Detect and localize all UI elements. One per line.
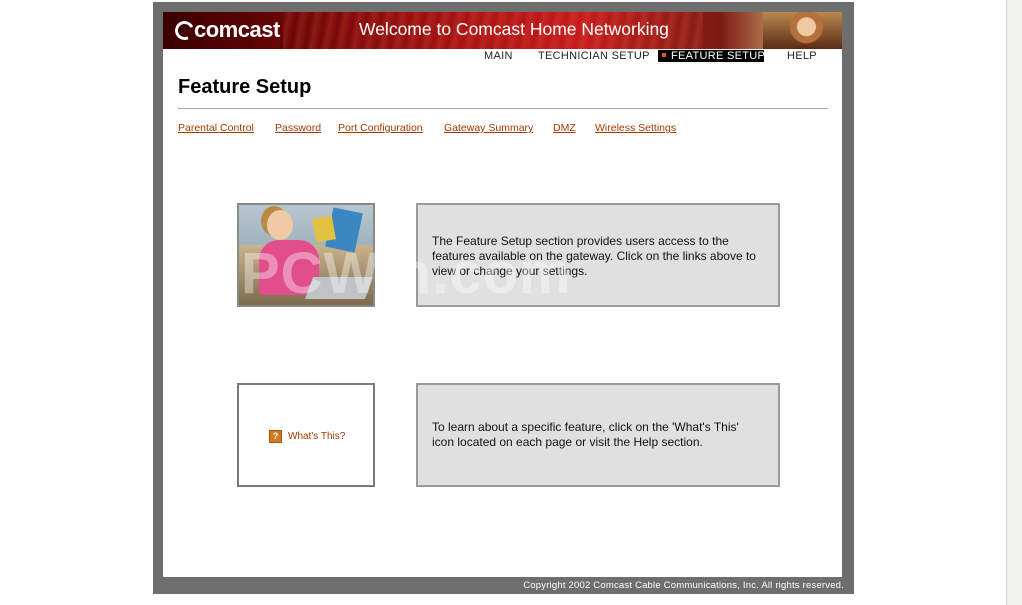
top-nav: MAIN TECHNICIAN SETUP FEATURE SETUP HELP [163, 49, 842, 63]
link-dmz[interactable]: DMZ [553, 122, 576, 134]
nav-main[interactable]: MAIN [484, 50, 513, 62]
copyright-text: Copyright 2002 Comcast Cable Communicati… [523, 580, 844, 591]
whats-this-link[interactable]: ? What's This? [269, 430, 345, 443]
whats-this-info-box: To learn about a specific feature, click… [416, 383, 780, 487]
banner-photo [763, 12, 842, 49]
nav-help[interactable]: HELP [787, 50, 817, 62]
banner-title: Welcome to Comcast Home Networking [359, 19, 669, 39]
comcast-logo: comcast [172, 16, 280, 44]
nav-technician-setup[interactable]: TECHNICIAN SETUP [538, 50, 650, 62]
whats-this-info-text: To learn about a specific feature, click… [432, 420, 739, 449]
photo-person-head [267, 210, 293, 240]
link-parental-control[interactable]: Parental Control [178, 122, 254, 134]
header-banner: comcast Welcome to Comcast Home Networki… [163, 12, 842, 49]
logo-text: comcast [194, 17, 280, 42]
link-gateway-summary[interactable]: Gateway Summary [444, 122, 533, 134]
active-bullet-icon [662, 53, 666, 58]
content-area: comcast Welcome to Comcast Home Networki… [163, 12, 842, 577]
whats-this-box: ? What's This? [237, 383, 375, 487]
photo-pillow-yellow [312, 215, 336, 243]
whats-this-label: What's This? [288, 431, 346, 442]
title-divider [178, 108, 828, 109]
footer: Copyright 2002 Comcast Cable Communicati… [153, 577, 854, 594]
watermark: PCWin.com [241, 241, 572, 306]
page-frame: comcast Welcome to Comcast Home Networki… [153, 2, 854, 594]
link-port-configuration[interactable]: Port Configuration [338, 122, 423, 134]
link-password[interactable]: Password [275, 122, 321, 134]
question-icon: ? [269, 430, 282, 443]
page-title: Feature Setup [178, 76, 312, 98]
link-wireless-settings[interactable]: Wireless Settings [595, 122, 676, 134]
nav-feature-setup[interactable]: FEATURE SETUP [658, 50, 766, 62]
vertical-scrollbar[interactable] [1006, 0, 1022, 605]
nav-feature-setup-label: FEATURE SETUP [671, 50, 766, 62]
